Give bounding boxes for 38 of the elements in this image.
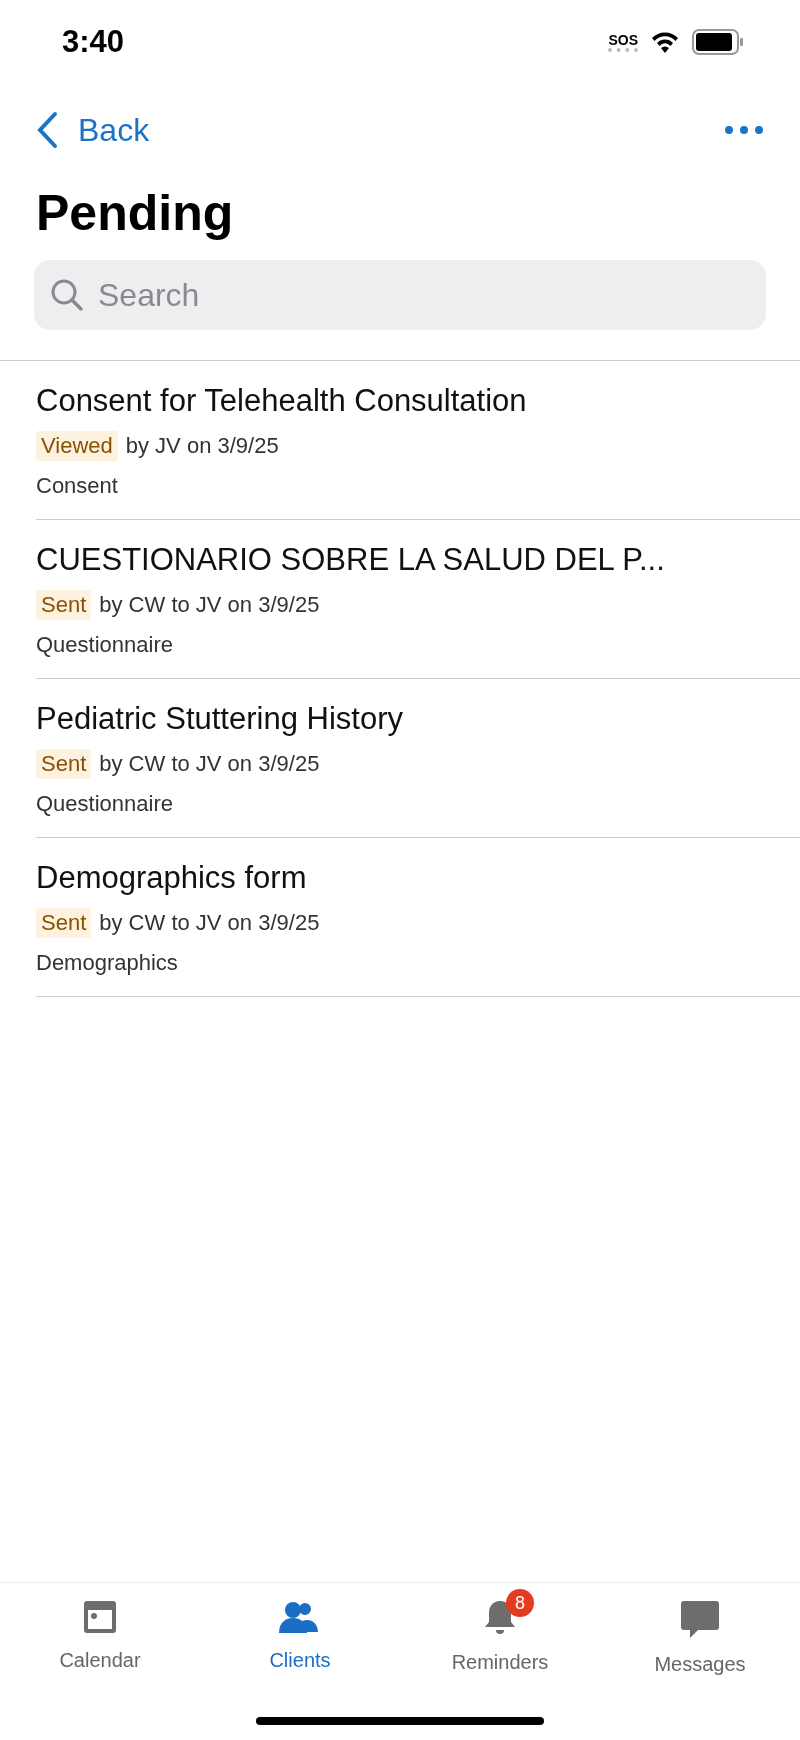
- tab-bar-item[interactable]: Messages: [600, 1587, 800, 1680]
- chevron-left-icon: [36, 111, 58, 149]
- more-icon: [724, 125, 764, 135]
- form-title: Demographics form: [36, 860, 308, 896]
- search-field[interactable]: Search: [34, 260, 766, 330]
- status-tag: Sent: [36, 749, 92, 779]
- status-tag: Sent: [36, 590, 92, 620]
- form-type: Demographics: [36, 950, 179, 976]
- status-tag: Viewed: [36, 431, 118, 461]
- form-title: Pediatric Stuttering History: [36, 701, 404, 737]
- form-list-item[interactable]: Demographics form Sent by CW to JV on 3/9/25 Demographics: [36, 838, 800, 997]
- status-time: 3:40: [62, 24, 125, 60]
- calendar-icon: [82, 1599, 118, 1635]
- status-tag: Sent: [36, 908, 92, 938]
- count-badge: 8: [506, 1589, 534, 1617]
- bell-icon: [483, 1599, 517, 1637]
- sent-detail: by CW to JV on 3/9/25: [99, 592, 320, 618]
- search-icon: [50, 278, 84, 312]
- form-title: CUESTIONARIO SOBRE LA SALUD DEL P...: [36, 542, 666, 578]
- form-title: Consent for Telehealth Consultation: [36, 383, 528, 419]
- form-list-item[interactable]: CUESTIONARIO SOBRE LA SALUD DEL P... Sent by CW to JV on 3/9/25 Questionnaire: [36, 520, 800, 679]
- sos-indicator: SOS: [608, 32, 638, 52]
- sent-detail: by JV on 3/9/25: [125, 433, 279, 459]
- battery-icon: [692, 29, 744, 55]
- form-type: Consent: [36, 473, 119, 499]
- tab-bar-item[interactable]: Reminders 8: [400, 1587, 600, 1680]
- form-type: Questionnaire: [36, 632, 174, 658]
- form-type: Questionnaire: [36, 791, 174, 817]
- back-button[interactable]: Back: [36, 111, 150, 149]
- wifi-icon: [650, 31, 680, 53]
- form-list-item[interactable]: Pediatric Stuttering History Sent by CW to JV on 3/9/25 Questionnaire: [36, 679, 800, 838]
- tab-bar-item[interactable]: Clients: [200, 1587, 400, 1680]
- tab-bar-item[interactable]: Calendar: [0, 1587, 200, 1680]
- sent-detail: by CW to JV on 3/9/25: [99, 910, 320, 936]
- page-title: Pending: [36, 184, 235, 242]
- form-list-item[interactable]: Consent for Telehealth Consultation Viewed by JV on 3/9/25 Consent: [36, 361, 800, 520]
- sent-detail: by CW to JV on 3/9/25: [99, 751, 320, 777]
- speech-bubble-icon: [680, 1599, 720, 1639]
